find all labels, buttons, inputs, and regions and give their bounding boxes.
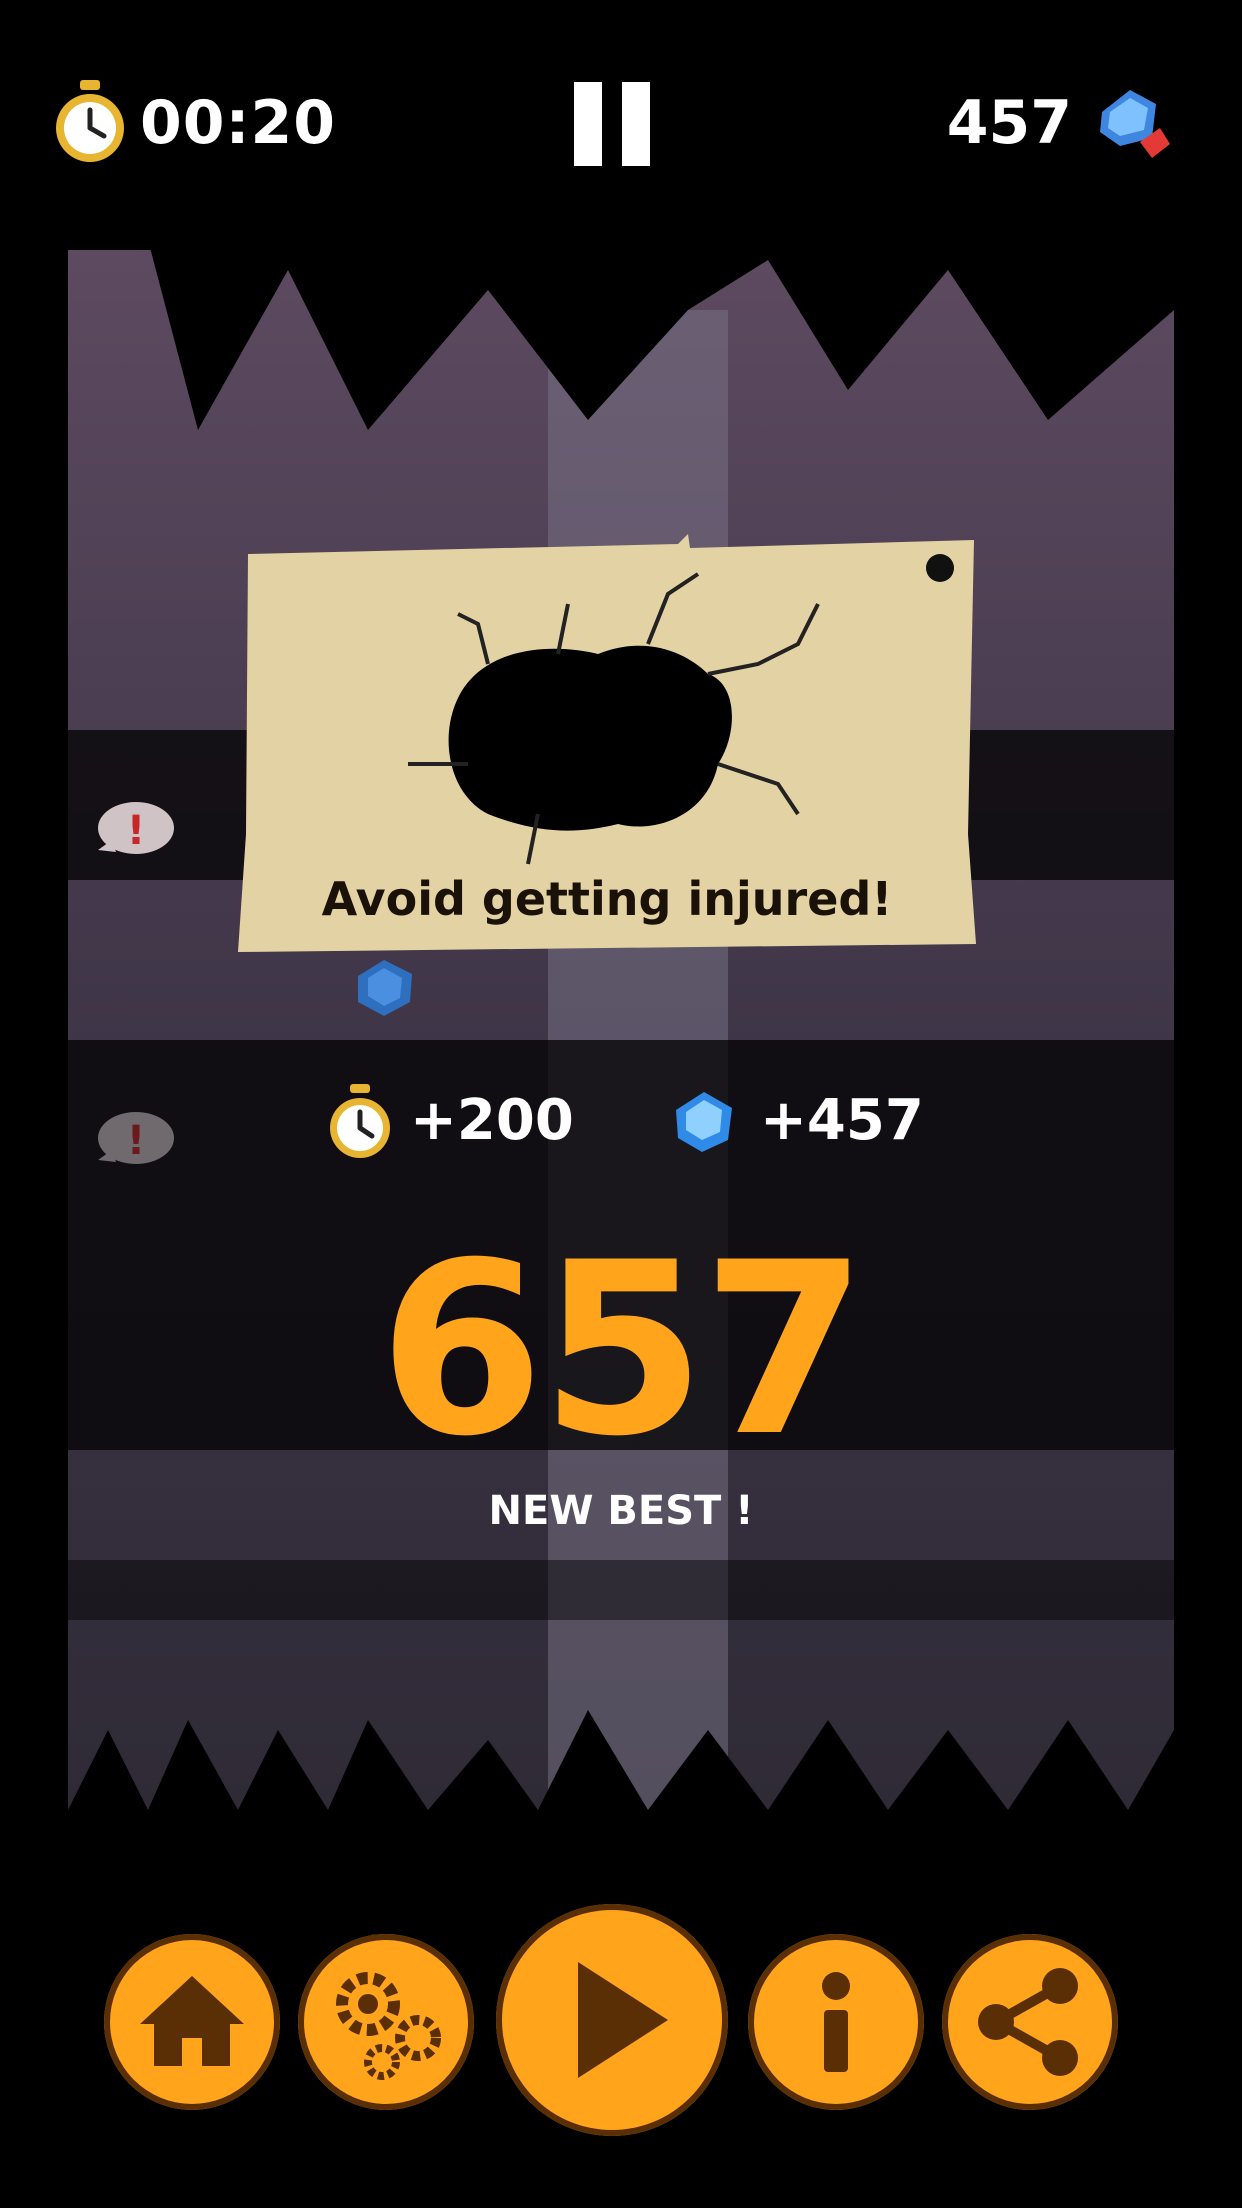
gem-icon [670, 1084, 738, 1160]
tip-message: Avoid getting injured! [321, 872, 893, 926]
gem-icon [350, 956, 420, 1020]
share-icon [978, 1968, 1078, 2076]
stopwatch-icon [52, 80, 128, 164]
warning-bubble-icon: ! [92, 800, 176, 860]
home-button[interactable] [104, 1934, 280, 2110]
elapsed-time: 00:20 [140, 88, 336, 158]
info-icon [822, 1972, 850, 2072]
time-bonus: +200 [410, 1088, 574, 1153]
settings-button[interactable] [298, 1934, 474, 2110]
cave-background [68, 250, 1174, 1850]
warning-bubble-icon: ! [92, 1110, 176, 1170]
pause-icon [574, 82, 602, 166]
gears-icon [336, 1972, 441, 2080]
home-icon [140, 1976, 244, 2066]
play-button[interactable] [496, 1904, 728, 2136]
gem-icon [1090, 82, 1174, 166]
play-icon [578, 1962, 668, 2078]
svg-text:!: ! [127, 808, 145, 854]
gem-bonus: +457 [760, 1088, 924, 1153]
gem-count: 457 [946, 88, 1072, 158]
svg-text:!: ! [127, 1118, 145, 1164]
info-button[interactable] [748, 1934, 924, 2110]
stopwatch-icon [326, 1084, 394, 1160]
final-score: 657 [378, 1212, 868, 1489]
new-best-label: NEW BEST ! [488, 1488, 754, 1534]
pause-button[interactable] [574, 82, 650, 166]
share-button[interactable] [942, 1934, 1118, 2110]
